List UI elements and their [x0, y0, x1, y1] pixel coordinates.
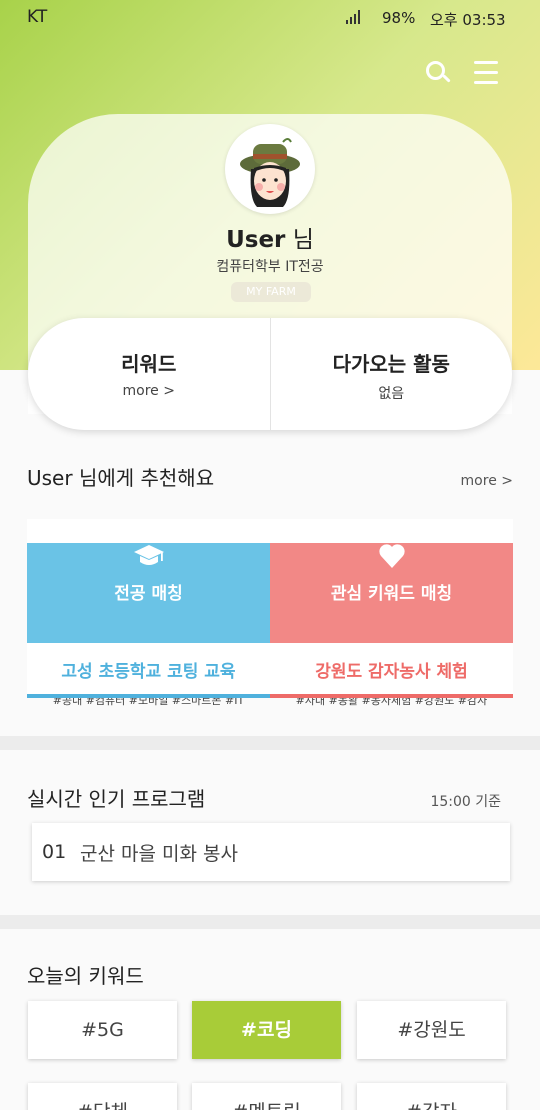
user-major: 컴퓨터학부 IT전공	[216, 259, 324, 275]
avatar[interactable]	[225, 124, 315, 214]
my-farm-button[interactable]: MY FARM	[231, 282, 311, 302]
hamburger-menu-icon[interactable]	[472, 58, 502, 88]
major-match-card[interactable]: 전공 매칭 고성 초등학교 코팅 교육 #공대 #컴퓨터 #모바일 #스마트폰 …	[27, 519, 270, 707]
keyword-match-bar	[270, 694, 513, 698]
upcoming-title: 다가오는 활동	[332, 352, 450, 376]
keyword-match-program: 강원도 감자농사 체험	[315, 662, 468, 682]
keyword-chip[interactable]: #단체	[28, 1083, 177, 1110]
section-separator	[0, 915, 540, 929]
search-icon[interactable]	[424, 58, 454, 88]
recommend-header: User 님에게 추천해요 more >	[27, 462, 513, 491]
keyword-chip[interactable]: #멘토링	[192, 1083, 341, 1110]
popular-heading: 실시간 인기 프로그램	[27, 787, 206, 811]
keywords-heading: 오늘의 키워드	[27, 964, 144, 988]
keyword-chip-active[interactable]: #코딩	[192, 1001, 341, 1059]
section-separator	[0, 736, 540, 750]
keywords-header: 오늘의 키워드	[27, 960, 513, 989]
recommend-more-link[interactable]: more >	[461, 473, 513, 489]
battery-label: 98%	[382, 9, 416, 27]
keyword-match-label: 관심 키워드 매칭	[330, 584, 453, 604]
keyword-chip[interactable]: #강원도	[357, 1001, 506, 1059]
popular-title: 군산 마을 미화 봉사	[80, 842, 238, 865]
major-match-program: 고성 초등학교 코팅 교육	[61, 662, 236, 682]
keyword-match-header: 관심 키워드 매칭	[270, 543, 513, 643]
stats-card: 리워드 more > 다가오는 활동 없음	[28, 318, 512, 430]
keyword-chip[interactable]: #감자	[357, 1083, 506, 1110]
heart-icon	[378, 544, 405, 568]
status-bar: KT 98% 오후 03:53	[0, 0, 540, 36]
popular-rank: 01	[42, 841, 67, 863]
clock-label: 오후 03:53	[430, 11, 506, 29]
popular-item[interactable]: 01 군산 마을 미화 봉사	[32, 823, 510, 881]
major-match-bar	[27, 694, 270, 698]
user-name: User 님	[226, 227, 314, 253]
recommend-heading: User 님에게 추천해요	[27, 466, 215, 490]
upcoming-activity-panel[interactable]: 다가오는 활동 없음	[271, 318, 513, 430]
upcoming-value: 없음	[378, 386, 405, 402]
keyword-match-card[interactable]: 관심 키워드 매칭 강원도 감자농사 체험 #자대 #농활 #농사체험 #강원도…	[270, 519, 513, 707]
reward-panel[interactable]: 리워드 more >	[28, 318, 270, 430]
major-match-label: 전공 매칭	[114, 584, 183, 604]
popular-time: 15:00 기준	[430, 794, 501, 810]
reward-title: 리워드	[121, 352, 177, 376]
graduation-cap-icon	[133, 545, 164, 565]
keyword-chip[interactable]: #5G	[28, 1001, 177, 1059]
carrier-label: KT	[27, 7, 48, 27]
signal-icon	[346, 10, 362, 24]
popular-header: 실시간 인기 프로그램 15:00 기준	[27, 783, 501, 812]
header-actions	[424, 58, 502, 88]
major-match-header: 전공 매칭	[27, 543, 270, 643]
reward-more-link[interactable]: more >	[28, 383, 270, 399]
